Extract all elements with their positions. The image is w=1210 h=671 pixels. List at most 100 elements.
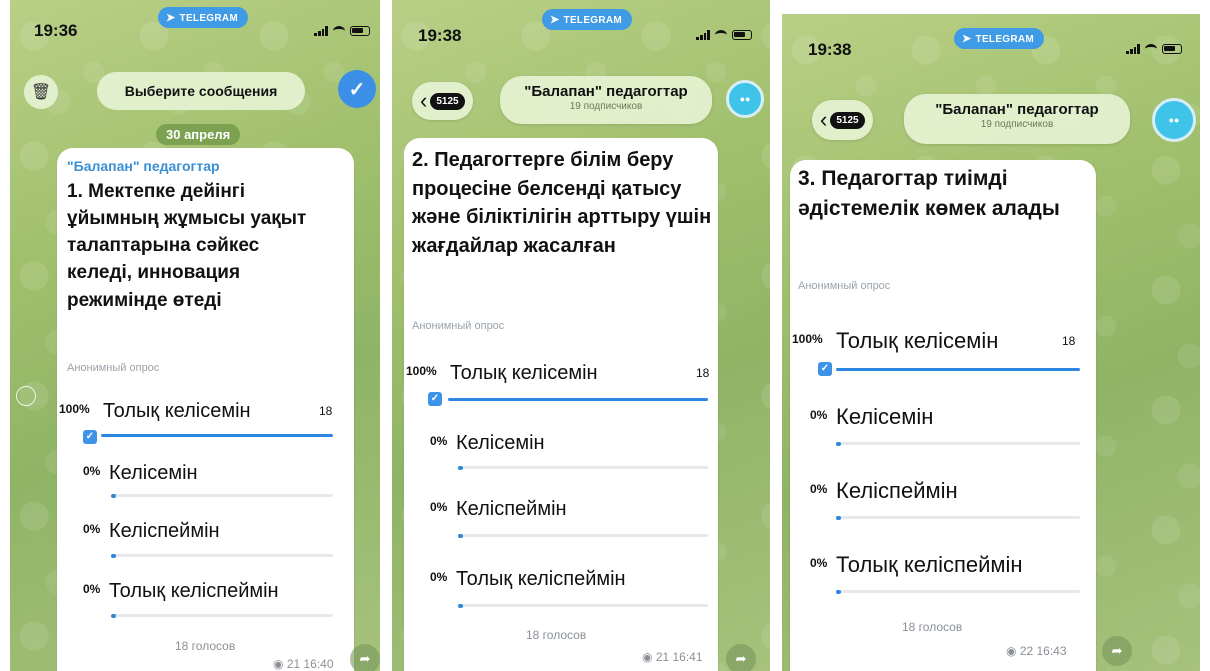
poll-option[interactable]: 0% Келіспеймін — [404, 494, 718, 544]
poll-option[interactable]: 100% Толық келісемін 18 ✓ — [57, 398, 354, 448]
chevron-left-icon: ‹ — [820, 107, 828, 132]
option-progress-track — [111, 614, 333, 617]
option-progress-bar — [448, 398, 708, 401]
poll-total-votes: 18 голосов — [902, 620, 963, 634]
option-progress-track — [836, 442, 1080, 445]
back-button[interactable]: ‹ 5125 — [412, 82, 473, 120]
telegram-label: TELEGRAM — [563, 15, 623, 26]
eye-icon: ◉ — [642, 650, 656, 664]
chevron-left-icon: ‹ — [420, 88, 428, 113]
poll-type-label: Анонимный опрос — [67, 362, 160, 374]
select-messages-title: Выберите сообщения — [97, 72, 305, 110]
telegram-indicator[interactable]: ➤ TELEGRAM — [542, 9, 633, 30]
option-label: Келісемін — [109, 462, 198, 484]
share-button[interactable]: ➦ — [350, 644, 380, 671]
option-percent: 100% — [406, 364, 437, 378]
option-progress-track — [836, 516, 1080, 519]
option-votes: 18 — [1062, 334, 1076, 348]
unread-count-badge: 5125 — [430, 92, 465, 110]
back-button[interactable]: ‹ 5125 — [812, 100, 873, 140]
option-progress-bar — [111, 614, 116, 618]
telegram-plane-icon: ➤ — [550, 14, 560, 26]
poll-option[interactable]: 0% Келісемін — [790, 400, 1096, 450]
channel-avatar[interactable]: ●● — [726, 80, 764, 118]
unread-count-badge: 5125 — [830, 111, 865, 129]
telegram-label: TELEGRAM — [179, 13, 239, 24]
channel-header[interactable]: "Балапан" педагогтар 19 подписчиков — [500, 76, 712, 124]
telegram-indicator[interactable]: ➤ TELEGRAM — [158, 7, 249, 28]
poll-option[interactable]: 0% Толық келіспеймін — [790, 548, 1096, 598]
battery-icon — [732, 30, 752, 40]
message-select-circle[interactable] — [16, 386, 36, 406]
wifi-icon — [1145, 44, 1157, 54]
option-label: Толық келісемін — [836, 328, 999, 353]
system-icons — [696, 30, 752, 40]
option-percent: 0% — [83, 522, 101, 536]
share-button[interactable]: ➦ — [726, 644, 756, 671]
option-percent: 0% — [430, 500, 448, 514]
poll-question: 3. Педагогтар тиімді әдістемелік көмек а… — [798, 167, 1060, 221]
poll-option[interactable]: 0% Келіспеймін — [790, 474, 1096, 524]
poll-option[interactable]: 0% Толық келіспеймін — [57, 578, 354, 628]
option-votes: 18 — [319, 404, 333, 418]
poll-option[interactable]: 100% Толық келісемін 18 ✓ — [790, 326, 1096, 382]
poll-message[interactable]: 2. Педагогтерге білім беру процесіне бел… — [404, 138, 718, 671]
telegram-plane-icon: ➤ — [166, 12, 176, 24]
poll-question: 1. Мектепке дейінгі ұйымның жұмысы уақыт… — [67, 181, 307, 311]
screen-1: 19:36 ➤ TELEGRAM 🗑 Выберите сообщения ✓ 3… — [10, 0, 380, 671]
views-time: 22 16:43 — [1019, 644, 1067, 658]
poll-option[interactable]: 0% Толық келіспеймін — [404, 564, 718, 614]
channel-header[interactable]: "Балапан" педагогтар 19 подписчиков — [904, 94, 1130, 144]
wifi-icon — [715, 30, 727, 40]
option-progress-track — [111, 494, 333, 497]
message-meta: ◉ 22 16:43 — [1006, 644, 1067, 658]
option-checked-icon: ✓ — [428, 392, 442, 406]
channel-avatar[interactable]: ●● — [1152, 98, 1196, 142]
share-icon: ➦ — [1111, 643, 1123, 658]
system-icons — [1126, 44, 1182, 54]
poll-option[interactable]: 100% Толық келісемін 18 ✓ — [404, 358, 718, 410]
poll-option[interactable]: 0% Келісемін — [57, 460, 354, 510]
share-button[interactable]: ➦ — [1102, 636, 1132, 666]
option-progress-bar — [111, 554, 116, 558]
poll-option[interactable]: 0% Келісемін — [404, 428, 718, 478]
option-label: Келіспеймін — [836, 478, 958, 503]
telegram-label: TELEGRAM — [975, 34, 1035, 45]
screen-2: 19:38 ➤ TELEGRAM ‹ 5125 "Балапан" педагогт… — [392, 0, 770, 671]
option-percent: 0% — [810, 408, 828, 422]
option-label: Толық келіспеймін — [836, 552, 1023, 577]
option-votes: 18 — [696, 366, 710, 380]
telegram-indicator[interactable]: ➤ TELEGRAM — [954, 28, 1045, 49]
poll-message[interactable]: 3. Педагогтар тиімді әдістемелік көмек а… — [790, 160, 1096, 671]
status-bar: 19:38 ➤ TELEGRAM — [392, 0, 770, 60]
confirm-button[interactable]: ✓ — [338, 70, 376, 108]
telegram-plane-icon: ➤ — [962, 33, 972, 45]
option-label: Келісемін — [456, 432, 545, 454]
status-time: 19:36 — [34, 21, 78, 40]
signal-icon — [696, 30, 710, 40]
message-meta: ◉ 21 16:40 — [273, 657, 334, 671]
option-progress-bar — [458, 466, 463, 470]
option-progress-bar — [101, 434, 333, 437]
option-progress-bar — [836, 442, 841, 446]
option-label: Келісемін — [836, 404, 934, 429]
option-percent: 100% — [792, 332, 823, 346]
system-icons — [314, 26, 370, 36]
signal-icon — [314, 26, 328, 36]
views-time: 21 16:41 — [655, 650, 703, 664]
screen-3: 19:38 ➤ TELEGRAM ‹ 5125 "Балапан" педагогт… — [782, 14, 1200, 671]
eye-icon: ◉ — [273, 657, 287, 671]
battery-icon — [350, 26, 370, 36]
poll-option[interactable]: 0% Келіспеймін — [57, 518, 354, 568]
share-icon: ➦ — [359, 651, 371, 666]
poll-type-label: Анонимный опрос — [798, 280, 891, 292]
poll-question: 2. Педагогтерге білім беру процесіне бел… — [412, 149, 712, 257]
poll-total-votes: 18 голосов — [175, 639, 236, 653]
signal-icon — [1126, 44, 1140, 54]
channel-name: "Балапан" педагогтар — [67, 158, 220, 174]
delete-button[interactable]: 🗑 — [24, 75, 58, 109]
poll-message[interactable]: "Балапан" педагогтар 1. Мектепке дейінгі… — [57, 148, 354, 671]
option-checked-icon: ✓ — [83, 430, 97, 444]
option-label: Келіспеймін — [109, 520, 220, 542]
option-percent: 100% — [59, 402, 90, 416]
